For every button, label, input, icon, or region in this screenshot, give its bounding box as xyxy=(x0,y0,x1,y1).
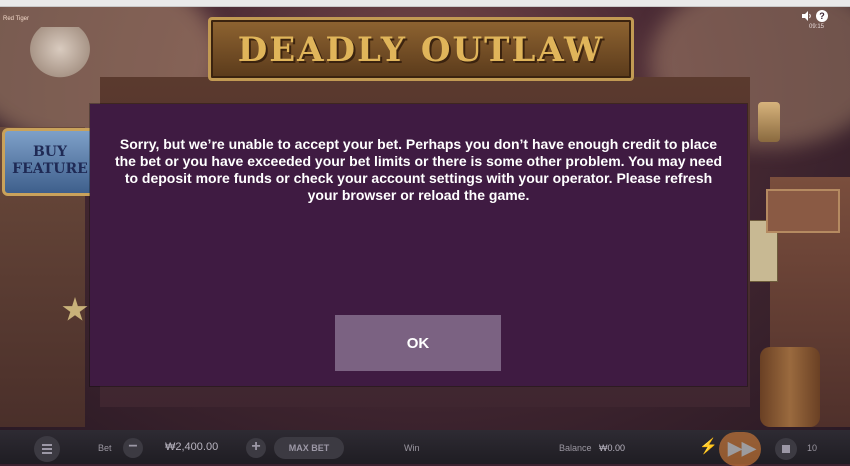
barrel-icon xyxy=(760,347,820,427)
max-bet-button[interactable]: MAX BET xyxy=(274,437,344,459)
studio-label: Red Tiger xyxy=(3,16,30,22)
lantern-icon xyxy=(758,102,780,142)
decrease-bet-button[interactable]: − xyxy=(123,438,143,458)
saloon-sign xyxy=(766,189,840,233)
browser-top-strip xyxy=(0,0,850,7)
turbo-icon[interactable]: ⚡ xyxy=(699,437,718,459)
clock: 09:15 xyxy=(808,24,824,30)
ok-button[interactable]: OK xyxy=(335,315,501,371)
bet-label: Bet xyxy=(98,443,112,453)
control-bar: Bet − ₩2,400.00 + MAX BET Win Balance ₩0… xyxy=(0,430,850,466)
menu-line xyxy=(42,448,52,450)
error-dialog: Sorry, but we’re unable to accept your b… xyxy=(90,104,747,386)
autoplay-button[interactable] xyxy=(775,438,797,460)
help-icon[interactable]: ? xyxy=(816,10,828,22)
error-message: Sorry, but we’re unable to accept your b… xyxy=(114,136,723,203)
spin-icon: ▶▶ xyxy=(728,438,756,458)
increase-bet-button[interactable]: + xyxy=(246,438,266,458)
cattle-skull-icon xyxy=(25,27,95,82)
win-label: Win xyxy=(404,443,420,453)
buy-feature-label: BUY FEATURE xyxy=(12,144,88,177)
menu-line xyxy=(42,444,52,446)
autoplay-count: 10 xyxy=(807,443,818,453)
buy-feature-button[interactable]: BUY FEATURE xyxy=(2,128,98,196)
game-logo: DEADLY OUTLAW xyxy=(208,17,634,81)
menu-line xyxy=(42,452,52,454)
stop-icon xyxy=(782,445,790,453)
menu-button[interactable] xyxy=(34,436,60,462)
balance-value: ₩0.00 xyxy=(599,443,626,453)
bet-value: ₩2,400.00 xyxy=(165,441,219,453)
spin-button[interactable]: ▶▶ xyxy=(719,432,761,466)
game-title: DEADLY OUTLAW xyxy=(237,30,605,70)
sound-icon[interactable] xyxy=(801,10,813,22)
balance-label: Balance xyxy=(559,443,592,453)
